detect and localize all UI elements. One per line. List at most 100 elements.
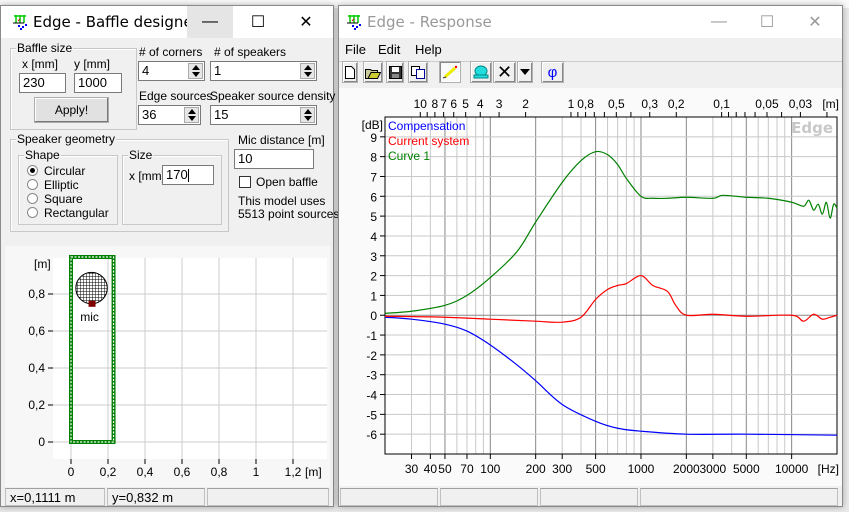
corners-spinbox[interactable]: 4	[138, 61, 205, 81]
top-tick-label: 0,2	[668, 97, 685, 111]
edge-sources-label: Edge sources	[139, 89, 213, 103]
delete-button[interactable]: ✕	[493, 61, 516, 83]
baffle-x-label: x [mm]	[22, 57, 58, 71]
response-status-1	[340, 488, 438, 506]
edge-sources-spinbox[interactable]: 36	[138, 105, 201, 125]
speakers-value: 1	[214, 63, 222, 78]
radio-square-label[interactable]: Square	[44, 192, 83, 206]
speaker-geometry-label: Speaker geometry	[16, 132, 117, 146]
copy-button[interactable]	[408, 61, 428, 83]
top-tick-label: 2	[522, 97, 529, 111]
x-tick-label: 40	[424, 462, 438, 476]
spin-arrows-icon[interactable]	[184, 107, 199, 123]
x-tick-label: 500	[586, 462, 606, 476]
x-tick-label: 1000	[628, 462, 655, 476]
top-tick-label: 5	[462, 97, 469, 111]
minimize-button[interactable]: —	[696, 6, 742, 38]
spin-arrows-icon[interactable]	[300, 63, 315, 79]
status-extra	[207, 488, 329, 506]
response-chart[interactable]: 30 40 50 70 100 200 300 500 1000 2000 3000 5000 1000…	[339, 88, 842, 486]
top-tick-label: 0,1	[713, 97, 730, 111]
menu-help[interactable]: Help	[415, 42, 442, 57]
baffle-x-input[interactable]: 230	[19, 73, 66, 93]
size-x-input[interactable]: 170	[162, 165, 214, 185]
baffle-plot[interactable]: 0 0,2 0,4 0,6 0,8 1 1,2 0 0,2 0,4 0,6 0,8 [m] [m] mic	[5, 246, 330, 487]
top-tick-label: 7	[440, 97, 447, 111]
dropdown-button[interactable]	[517, 61, 533, 83]
close-button[interactable]: ✕	[792, 6, 838, 38]
open-baffle-label[interactable]: Open baffle	[256, 175, 318, 189]
baffle-y-input[interactable]: 1000	[74, 73, 122, 93]
x-tick-label: 30	[405, 462, 419, 476]
maximize-button[interactable]: ☐	[744, 6, 790, 38]
y-unit-label: [m]	[34, 257, 51, 271]
pen-button[interactable]	[439, 61, 461, 83]
spin-arrows-icon[interactable]	[188, 63, 203, 79]
y-tick-label: 0,4	[28, 361, 45, 375]
title-bar[interactable]: Edge - Baffle designer — ☐ ✕	[1, 6, 333, 38]
spin-arrows-icon[interactable]	[300, 107, 315, 123]
y-tick-label: 0	[370, 309, 377, 323]
y-tick-label: -3	[366, 369, 377, 383]
y-tick-label: 9	[370, 131, 377, 145]
radio-elliptic-label[interactable]: Elliptic	[44, 178, 79, 192]
top-tick-label: 8	[432, 97, 439, 111]
apply-button[interactable]: Apply!	[34, 97, 109, 123]
status-y: y=0,832 m	[107, 488, 205, 506]
radio-circular-label[interactable]: Circular	[44, 164, 85, 178]
menu-file[interactable]: File	[345, 42, 366, 57]
density-spinbox[interactable]: 15	[210, 105, 317, 125]
open-baffle-checkbox[interactable]	[239, 176, 251, 188]
app-icon	[347, 15, 361, 30]
phase-button[interactable]: φ	[541, 61, 564, 83]
close-button[interactable]: ✕	[283, 6, 329, 38]
x-axis-label: [Hz]	[818, 462, 839, 476]
mic-distance-label: Mic distance [m]	[238, 133, 325, 147]
radio-rectangular[interactable]	[27, 207, 38, 218]
maximize-button[interactable]: ☐	[235, 6, 281, 38]
top-tick-label: 0,3	[641, 97, 658, 111]
y-tick-label: 6	[370, 190, 377, 204]
x-tick-label: 5000	[733, 462, 760, 476]
baffle-y-label: y [mm]	[74, 57, 110, 71]
delete-icon: ✕	[496, 61, 513, 82]
pen-icon	[442, 65, 458, 79]
top-tick-label: 0,05	[755, 97, 779, 111]
y-tick-label: -2	[366, 349, 377, 363]
x-unit-label: [m]	[305, 465, 322, 479]
legend-entry: Current system	[388, 134, 469, 148]
y-tick-label: 8	[370, 151, 377, 165]
y-tick-label: 5	[370, 210, 377, 224]
phase-icon: φ	[547, 63, 558, 81]
minimize-button[interactable]: —	[187, 6, 233, 38]
radio-square[interactable]	[27, 193, 38, 204]
x-tick-label: 1,2	[285, 465, 302, 479]
radio-circular[interactable]	[27, 165, 38, 176]
x-tick-label: 100	[480, 462, 500, 476]
y-tick-label: -1	[366, 329, 377, 343]
save-button[interactable]	[386, 61, 404, 83]
menu-edit[interactable]: Edit	[378, 42, 400, 57]
edge-sources-value: 36	[142, 107, 157, 122]
top-tick-label: 3	[496, 97, 503, 111]
open-button[interactable]	[363, 61, 383, 83]
radio-rectangular-label[interactable]: Rectangular	[44, 206, 109, 220]
title-bar[interactable]: Edge - Response — ☐ ✕	[339, 6, 842, 38]
plot-area	[385, 117, 837, 454]
y-tick-label: -6	[366, 428, 377, 442]
mic-distance-input[interactable]: 10	[234, 149, 314, 169]
y-tick-label: 7	[370, 170, 377, 184]
radio-elliptic[interactable]	[27, 179, 38, 190]
x-tick-label: 70	[460, 462, 474, 476]
density-value: 15	[214, 107, 229, 122]
y-tick-label: -4	[366, 389, 377, 403]
y-tick-label: 1	[370, 289, 377, 303]
density-label: Speaker source density	[210, 89, 336, 103]
speakers-spinbox[interactable]: 1	[210, 61, 317, 81]
menu-bar: File Edit Help	[339, 38, 842, 60]
baffle-designer-window: Edge - Baffle designer — ☐ ✕ Baffle size…	[0, 5, 339, 507]
globe-button[interactable]	[470, 61, 492, 83]
x-tick-label: 300	[552, 462, 572, 476]
new-button[interactable]	[342, 61, 358, 83]
new-icon	[345, 65, 355, 79]
